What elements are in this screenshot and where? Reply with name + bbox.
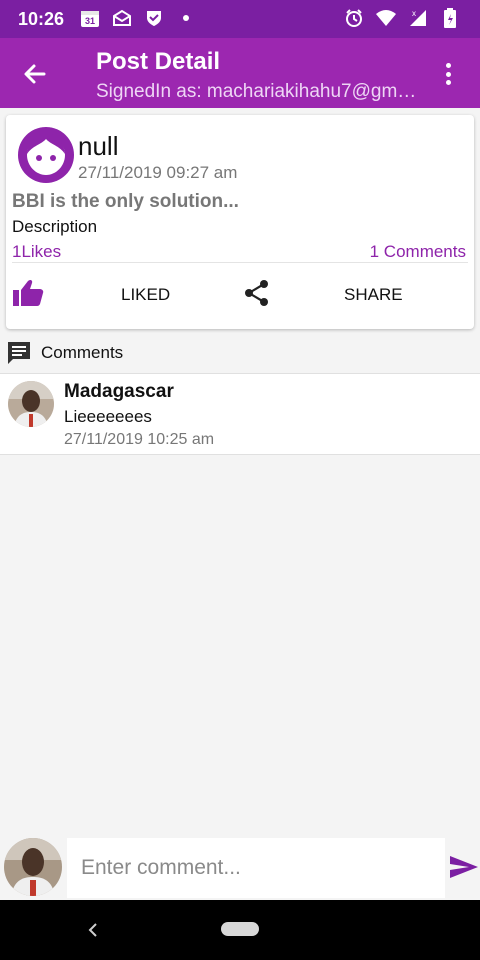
app-bar: Post Detail SignedIn as: machariakihahu7…	[0, 38, 480, 108]
status-bar: 10:26 31 x	[0, 0, 480, 38]
card-divider	[12, 262, 468, 263]
post-card: null 27/11/2019 09:27 am BBI is the only…	[6, 115, 474, 329]
arrow-back-icon	[24, 64, 46, 84]
comments-heading: Comments	[41, 343, 124, 362]
post-title: BBI is the only solution...	[12, 191, 239, 212]
post-author: null	[78, 131, 119, 161]
more-options-button[interactable]	[434, 60, 462, 88]
signal-icon: x	[408, 8, 428, 28]
user-photo-icon	[8, 381, 54, 427]
system-nav-bar	[0, 900, 480, 960]
alarm-icon	[344, 8, 364, 28]
share-button-label[interactable]: SHARE	[344, 285, 403, 305]
comment-text: Lieeeeeees	[64, 407, 152, 426]
comment-input[interactable]	[67, 838, 445, 898]
send-icon	[450, 856, 478, 878]
calendar-date: 31	[85, 16, 95, 26]
mail-icon	[112, 8, 132, 28]
dot-icon	[176, 8, 196, 28]
home-pill-icon[interactable]	[221, 922, 259, 936]
more-vert-icon	[445, 63, 451, 68]
like-button-label[interactable]: LIKED	[121, 285, 170, 305]
like-button[interactable]	[12, 279, 44, 307]
user-photo-icon	[4, 838, 62, 896]
status-system-icons: x	[344, 8, 460, 28]
comments-header: Comments	[6, 340, 123, 366]
likes-count-link[interactable]: 1Likes	[12, 242, 61, 262]
comment-date: 27/11/2019 10:25 am	[64, 431, 215, 448]
calendar-icon: 31	[80, 8, 100, 28]
comments-count-link[interactable]: 1 Comments	[370, 242, 466, 262]
battery-icon	[440, 8, 460, 28]
status-time: 10:26	[18, 9, 65, 29]
nav-back-icon	[88, 923, 97, 937]
default-avatar-icon	[18, 127, 74, 183]
page-title: Post Detail	[96, 48, 221, 75]
shield-check-icon	[144, 8, 164, 28]
send-button[interactable]	[448, 851, 480, 883]
post-date: 27/11/2019 09:27 am	[78, 163, 238, 182]
comment-icon	[8, 342, 30, 364]
comment-item[interactable]: Madagascar Lieeeeeees 27/11/2019 10:25 a…	[0, 373, 480, 455]
nav-back-button[interactable]	[84, 918, 102, 942]
post-description: Description	[12, 217, 98, 236]
author-avatar[interactable]	[16, 125, 76, 185]
share-icon	[245, 280, 268, 306]
wifi-icon	[376, 8, 396, 28]
thumb-up-icon	[13, 279, 44, 306]
back-button[interactable]	[20, 59, 50, 89]
current-user-avatar[interactable]	[4, 838, 62, 896]
commenter-avatar[interactable]	[8, 381, 54, 427]
svg-text:x: x	[412, 9, 416, 18]
comment-author: Madagascar	[64, 381, 174, 402]
status-notification-icons: 31	[80, 8, 196, 28]
share-button[interactable]	[243, 279, 271, 307]
signed-in-subtitle: SignedIn as: machariakihahu7@gmail.com	[96, 81, 426, 102]
